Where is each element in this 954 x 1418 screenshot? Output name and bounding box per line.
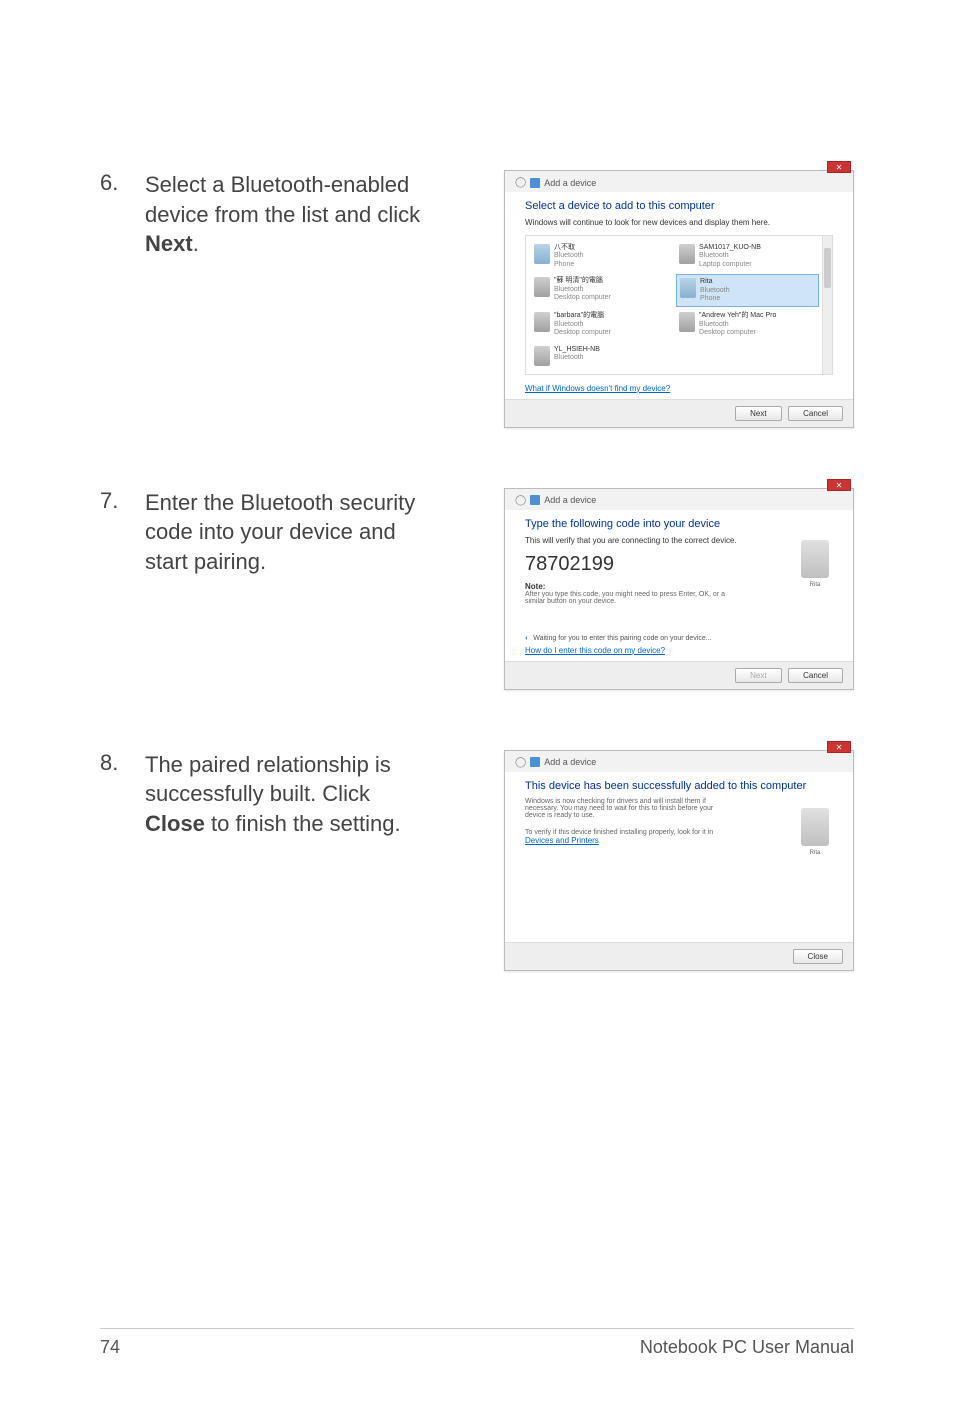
step6-number: 6. xyxy=(100,170,145,196)
device-type-icon xyxy=(680,278,696,298)
dialog-title: Select a device to add to this computer xyxy=(525,200,833,212)
device-item[interactable]: YL_HSIEH-NBBluetooth xyxy=(531,343,674,369)
devices-printers-link[interactable]: Devices and Printers xyxy=(525,836,599,845)
back-icon[interactable]: ◯ xyxy=(515,495,526,506)
add-device-dialog-code: ✕ ◯ Add a device Type the following code… xyxy=(504,488,854,690)
step7-number: 7. xyxy=(100,488,145,514)
manual-title: Notebook PC User Manual xyxy=(640,1337,854,1358)
device-item[interactable]: SAM1017_KUO-NBBluetoothLaptop computer xyxy=(676,241,819,272)
device-type-icon xyxy=(679,244,695,264)
page-number: 74 xyxy=(100,1337,120,1358)
help-link[interactable]: What if Windows doesn't find my device? xyxy=(525,384,670,393)
note-text: After you type this code, you might need… xyxy=(525,591,741,605)
add-device-dialog-success: ✕ ◯ Add a device This device has been su… xyxy=(504,750,854,971)
device-preview-icon xyxy=(801,540,829,578)
device-icon xyxy=(530,757,540,767)
dialog-header-text: Add a device xyxy=(544,178,596,188)
note-label: Note: xyxy=(525,582,833,591)
dialog-subtitle: Windows will continue to look for new de… xyxy=(525,218,833,227)
dialog-title: This device has been successfully added … xyxy=(525,780,833,792)
dialog-subtitle: This will verify that you are connecting… xyxy=(525,536,833,545)
back-icon: ◯ xyxy=(515,757,526,768)
dialog-header-text: Add a device xyxy=(544,495,596,505)
device-icon xyxy=(530,178,540,188)
success-body1: Windows is now checking for drivers and … xyxy=(525,798,725,819)
device-type-icon xyxy=(534,277,550,297)
help-link[interactable]: How do I enter this code on my device? xyxy=(525,646,665,655)
step7-text: Enter the Bluetooth security code into y… xyxy=(145,488,445,577)
cancel-button[interactable]: Cancel xyxy=(788,406,843,421)
close-button[interactable]: Close xyxy=(793,949,843,964)
next-button: Next xyxy=(735,668,781,683)
next-button[interactable]: Next xyxy=(735,406,781,421)
add-device-dialog-select: ✕ ◯ Add a device Select a device to add … xyxy=(504,170,854,428)
device-item[interactable]: "蘇 明清"的電腦BluetoothDesktop computer xyxy=(531,274,674,307)
cancel-button[interactable]: Cancel xyxy=(788,668,843,683)
dialog-header-text: Add a device xyxy=(544,757,596,767)
close-icon[interactable]: ✕ xyxy=(827,479,851,491)
pairing-code: 78702199 xyxy=(525,553,833,576)
device-item[interactable]: "Andrew Yeh"的 Mac ProBluetoothDesktop co… xyxy=(676,309,819,340)
device-item[interactable]: "barbara"的電腦BluetoothDesktop computer xyxy=(531,309,674,340)
waiting-status: Waiting for you to enter this pairing co… xyxy=(525,635,833,642)
page-footer: 74 Notebook PC User Manual xyxy=(100,1328,854,1358)
close-icon[interactable]: ✕ xyxy=(827,741,851,753)
device-type-icon xyxy=(679,312,695,332)
device-type-icon xyxy=(534,244,550,264)
device-list: 八不取BluetoothPhoneSAM1017_KUO-NBBluetooth… xyxy=(525,235,833,375)
device-item[interactable]: RitaBluetoothPhone xyxy=(676,274,819,307)
step8-number: 8. xyxy=(100,750,145,776)
step6-text: Select a Bluetooth-enabled device from t… xyxy=(145,170,445,259)
close-icon[interactable]: ✕ xyxy=(827,161,851,173)
dialog-title: Type the following code into your device xyxy=(525,518,833,530)
device-icon xyxy=(530,495,540,505)
step8-text: The paired relationship is successfully … xyxy=(145,750,445,839)
scrollbar[interactable] xyxy=(822,236,832,374)
back-icon[interactable]: ◯ xyxy=(515,177,526,188)
device-type-icon xyxy=(534,312,550,332)
success-body2: To verify if this device finished instal… xyxy=(525,829,725,845)
device-type-icon xyxy=(534,346,550,366)
device-item[interactable]: 八不取BluetoothPhone xyxy=(531,241,674,272)
device-preview-icon xyxy=(801,808,829,846)
